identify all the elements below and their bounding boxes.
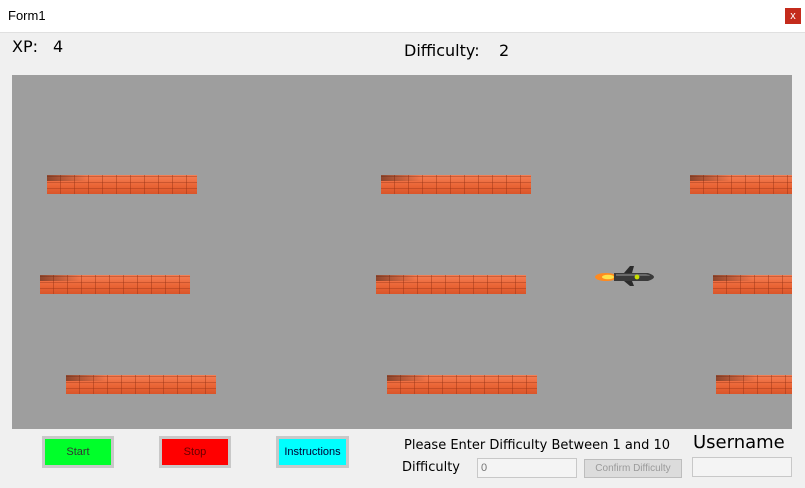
close-button[interactable]: x xyxy=(785,8,801,24)
difficulty-input[interactable] xyxy=(477,458,577,478)
wall-obstacle xyxy=(387,375,537,394)
wall-obstacle xyxy=(47,175,197,194)
username-input[interactable] xyxy=(692,457,792,477)
start-button[interactable]: Start xyxy=(42,436,114,468)
username-label: Username xyxy=(693,432,785,453)
difficulty-prompt: Please Enter Difficulty Between 1 and 10 xyxy=(404,438,671,453)
wall-obstacle xyxy=(40,275,190,294)
xp-label: XP: xyxy=(12,37,38,56)
confirm-difficulty-button[interactable]: Confirm Difficulty xyxy=(584,459,682,478)
wall-obstacle xyxy=(690,175,792,194)
wall-obstacle xyxy=(716,375,792,394)
stop-button[interactable]: Stop xyxy=(159,436,231,468)
rocket-icon xyxy=(595,266,654,286)
window-titlebar: Form1 x xyxy=(0,0,805,33)
wall-obstacle xyxy=(381,175,531,194)
wall-obstacle xyxy=(713,275,792,294)
wall-obstacle xyxy=(376,275,526,294)
xp-value: 4 xyxy=(53,37,64,56)
difficulty-input-label: Difficulty xyxy=(402,460,460,475)
instructions-button[interactable]: Instructions xyxy=(276,436,349,468)
game-canvas[interactable] xyxy=(12,75,792,429)
close-icon: x xyxy=(790,10,796,22)
difficulty-value: 2 xyxy=(499,41,510,60)
wall-obstacle xyxy=(66,375,216,394)
difficulty-label: Difficulty: xyxy=(404,41,480,60)
window-title: Form1 xyxy=(8,8,46,23)
